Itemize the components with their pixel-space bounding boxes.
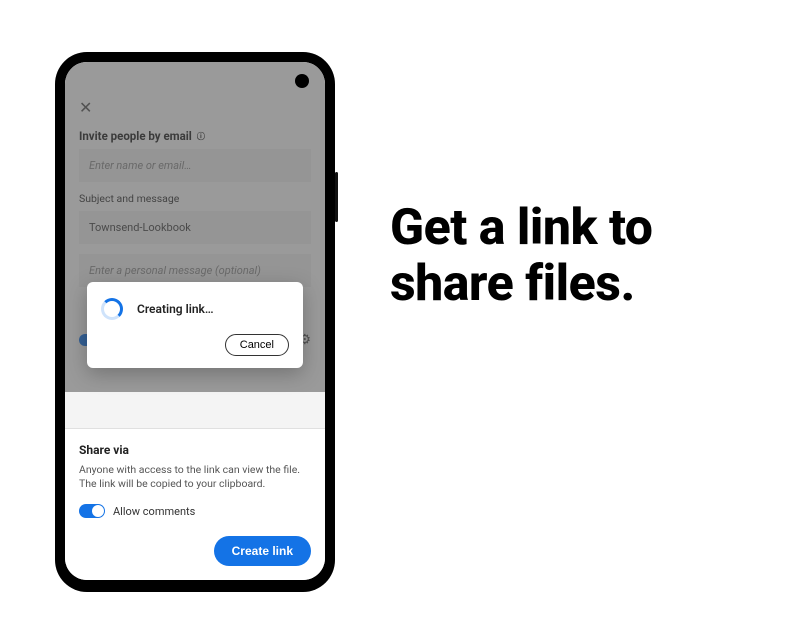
front-camera	[295, 74, 309, 88]
creating-link-dialog: Creating link… Cancel	[87, 282, 303, 368]
spinner-icon	[101, 298, 123, 320]
cancel-button[interactable]: Cancel	[225, 334, 289, 356]
allow-comments-label: Allow comments	[113, 505, 195, 518]
share-description: Anyone with access to the link can view …	[79, 463, 311, 492]
create-link-button[interactable]: Create link	[214, 536, 311, 566]
phone-frame: ✕ Invite people by email ⓘ Enter name or…	[55, 52, 335, 592]
marketing-headline: Get a link to share files.	[390, 200, 760, 312]
share-title: Share via	[79, 443, 311, 457]
share-sheet: Share via Anyone with access to the link…	[65, 428, 325, 580]
phone-screen: ✕ Invite people by email ⓘ Enter name or…	[65, 62, 325, 580]
allow-comments-row: Allow comments	[79, 504, 311, 518]
allow-comments-toggle[interactable]	[79, 504, 105, 518]
modal-status: Creating link…	[137, 302, 214, 316]
